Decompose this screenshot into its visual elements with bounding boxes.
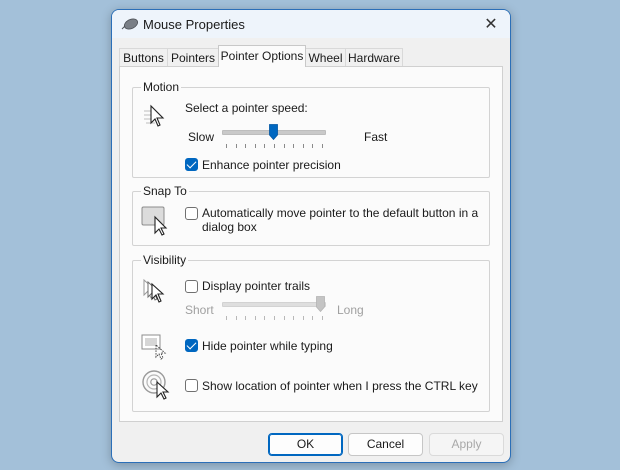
tab-hardware[interactable]: Hardware: [345, 48, 403, 67]
tab-label: Buttons: [123, 51, 164, 65]
window-title: Mouse Properties: [143, 17, 245, 32]
snap-to-label-line2[interactable]: dialog box: [202, 220, 257, 234]
slider-tick: [235, 316, 237, 320]
tab-buttons[interactable]: Buttons: [119, 48, 168, 67]
hide-pointer-checkbox[interactable]: [185, 339, 198, 352]
slider-tick: [283, 144, 285, 148]
tab-pointer-options[interactable]: Pointer Options: [218, 45, 306, 67]
ok-button[interactable]: OK: [268, 433, 343, 456]
tab-label: Wheel: [308, 51, 343, 65]
slider-tick: [322, 316, 323, 320]
slider-tick: [254, 316, 256, 320]
close-icon: ✕: [484, 16, 498, 33]
slider-tick: [322, 144, 323, 148]
pointer-speed-label: Select a pointer speed:: [185, 101, 308, 115]
tab-pointers[interactable]: Pointers: [167, 48, 219, 67]
pointer-trails-icon: [143, 278, 165, 303]
speed-slider-ticks: [226, 144, 323, 148]
pointer-trails-checkbox[interactable]: [185, 280, 198, 293]
hide-pointer-icon: [141, 334, 167, 360]
apply-button[interactable]: Apply: [429, 433, 504, 456]
tab-wheel[interactable]: Wheel: [305, 48, 346, 67]
snap-to-label-line1[interactable]: Automatically move pointer to the defaul…: [202, 206, 478, 220]
speed-slider-thumb[interactable]: [269, 124, 278, 140]
snap-to-checkbox[interactable]: [185, 207, 198, 220]
trail-slider-thumb[interactable]: [316, 296, 325, 312]
slider-tick: [312, 144, 314, 148]
fast-label: Fast: [364, 130, 388, 144]
pointer-options-panel: Motion Select a pointer speed: Slow Fast…: [119, 66, 503, 422]
slider-tick: [226, 316, 227, 320]
slider-tick: [312, 316, 314, 320]
slider-tick: [274, 316, 275, 320]
show-location-icon: [142, 370, 170, 400]
short-label: Short: [185, 303, 214, 317]
pointer-speed-icon: [144, 104, 165, 127]
snap-to-legend: Snap To: [141, 184, 189, 198]
slider-tick: [235, 144, 237, 148]
slider-tick: [302, 316, 304, 320]
visibility-legend: Visibility: [141, 253, 189, 267]
slider-tick: [226, 144, 227, 148]
long-label: Long: [337, 303, 364, 317]
trail-slider-track[interactable]: [222, 302, 326, 307]
mouse-icon: [121, 18, 139, 30]
pointer-trails-label[interactable]: Display pointer trails: [202, 279, 310, 293]
motion-group: Motion Select a pointer speed: Slow Fast…: [132, 80, 490, 178]
cancel-button[interactable]: Cancel: [348, 433, 423, 456]
slider-tick: [293, 144, 295, 148]
tab-label: Pointers: [170, 51, 216, 65]
show-location-label[interactable]: Show location of pointer when I press th…: [202, 379, 478, 393]
tab-label: Hardware: [347, 51, 401, 65]
slider-tick: [264, 144, 266, 148]
slider-tick: [283, 316, 285, 320]
visibility-group: Visibility Display pointer trails Short …: [132, 253, 490, 412]
hide-pointer-label[interactable]: Hide pointer while typing: [202, 339, 333, 353]
trail-slider-ticks: [226, 316, 323, 320]
enhance-precision-label[interactable]: Enhance pointer precision: [202, 158, 341, 172]
title-bar[interactable]: Mouse Properties ✕: [112, 10, 510, 38]
snap-to-group: Snap To Automatically move pointer to th…: [132, 184, 490, 246]
enhance-precision-checkbox[interactable]: [185, 158, 198, 171]
close-button[interactable]: ✕: [478, 14, 504, 34]
show-location-checkbox[interactable]: [185, 379, 198, 392]
slider-tick: [254, 144, 256, 148]
snap-to-button-icon: [141, 206, 168, 236]
tab-label: Pointer Options: [220, 49, 304, 63]
motion-legend: Motion: [141, 80, 182, 94]
slider-tick: [302, 144, 304, 148]
mouse-properties-dialog: Mouse Properties ✕ Buttons Pointers Poin…: [111, 9, 511, 463]
slider-tick: [245, 144, 247, 148]
slider-tick: [293, 316, 295, 320]
slider-tick: [245, 316, 247, 320]
slider-tick: [274, 144, 275, 148]
slider-tick: [264, 316, 266, 320]
slow-label: Slow: [188, 130, 215, 144]
